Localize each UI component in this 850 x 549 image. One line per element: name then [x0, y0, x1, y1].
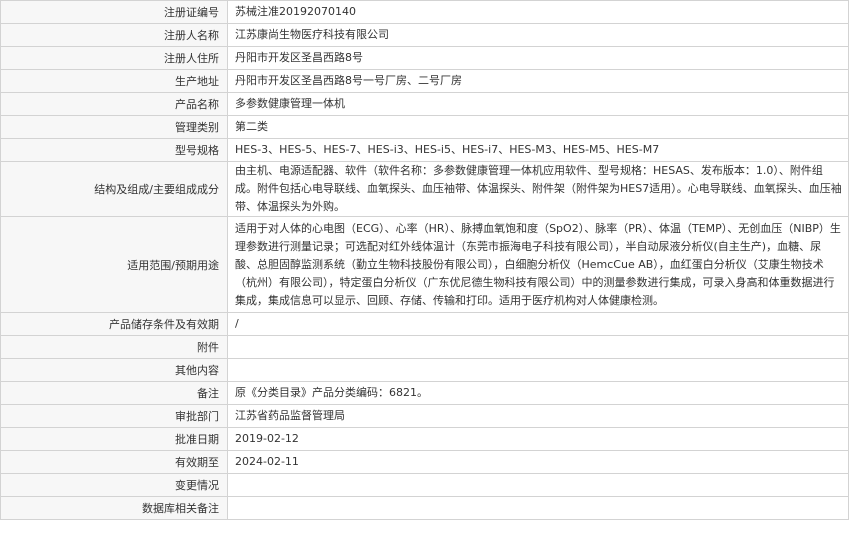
- table-row: 其他内容: [0, 358, 849, 382]
- row-value: 2024-02-11: [227, 450, 849, 474]
- row-label: 产品储存条件及有效期: [0, 312, 228, 336]
- row-label: 备注: [0, 381, 228, 405]
- row-label: 注册人住所: [0, 46, 228, 70]
- row-value: 江苏省药品监督管理局: [227, 404, 849, 428]
- row-value: 由主机、电源适配器、软件（软件名称：多参数健康管理一体机应用软件、型号规格：HE…: [227, 161, 849, 217]
- table-row: 变更情况: [0, 473, 849, 497]
- table-row: 数据库相关备注: [0, 496, 849, 520]
- row-value: [227, 335, 849, 359]
- row-value: 苏械注准20192070140: [227, 0, 849, 24]
- row-label: 其他内容: [0, 358, 228, 382]
- row-value: HES-3、HES-5、HES-7、HES-i3、HES-i5、HES-i7、H…: [227, 138, 849, 162]
- row-label: 附件: [0, 335, 228, 359]
- table-row: 结构及组成/主要组成成分 由主机、电源适配器、软件（软件名称：多参数健康管理一体…: [0, 161, 849, 217]
- table-row: 型号规格 HES-3、HES-5、HES-7、HES-i3、HES-i5、HES…: [0, 138, 849, 162]
- row-value: /: [227, 312, 849, 336]
- table-row: 审批部门 江苏省药品监督管理局: [0, 404, 849, 428]
- row-label: 变更情况: [0, 473, 228, 497]
- table-row: 适用范围/预期用途 适用于对人体的心电图（ECG）、心率（HR）、脉搏血氧饱和度…: [0, 216, 849, 313]
- table-row: 附件: [0, 335, 849, 359]
- registration-table: 注册证编号 苏械注准20192070140 注册人名称 江苏康尚生物医疗科技有限…: [0, 0, 849, 520]
- row-label: 管理类别: [0, 115, 228, 139]
- row-value: 江苏康尚生物医疗科技有限公司: [227, 23, 849, 47]
- table-row: 批准日期 2019-02-12: [0, 427, 849, 451]
- row-label: 数据库相关备注: [0, 496, 228, 520]
- table-row: 管理类别 第二类: [0, 115, 849, 139]
- row-value: 原《分类目录》产品分类编码：6821。: [227, 381, 849, 405]
- row-value: [227, 473, 849, 497]
- row-value: 多参数健康管理一体机: [227, 92, 849, 116]
- row-value: [227, 496, 849, 520]
- table-row: 注册人名称 江苏康尚生物医疗科技有限公司: [0, 23, 849, 47]
- row-label: 审批部门: [0, 404, 228, 428]
- table-row: 生产地址 丹阳市开发区圣昌西路8号一号厂房、二号厂房: [0, 69, 849, 93]
- row-label: 型号规格: [0, 138, 228, 162]
- row-label: 结构及组成/主要组成成分: [0, 161, 228, 217]
- table-row: 注册人住所 丹阳市开发区圣昌西路8号: [0, 46, 849, 70]
- row-label: 有效期至: [0, 450, 228, 474]
- table-row: 产品名称 多参数健康管理一体机: [0, 92, 849, 116]
- row-value: 2019-02-12: [227, 427, 849, 451]
- row-label: 注册证编号: [0, 0, 228, 24]
- row-value: 丹阳市开发区圣昌西路8号一号厂房、二号厂房: [227, 69, 849, 93]
- table-row: 产品储存条件及有效期 /: [0, 312, 849, 336]
- row-value: 适用于对人体的心电图（ECG）、心率（HR）、脉搏血氧饱和度（SpO2）、脉率（…: [227, 216, 849, 313]
- row-label: 批准日期: [0, 427, 228, 451]
- row-label: 注册人名称: [0, 23, 228, 47]
- table-row: 备注 原《分类目录》产品分类编码：6821。: [0, 381, 849, 405]
- row-label: 生产地址: [0, 69, 228, 93]
- row-value: [227, 358, 849, 382]
- table-row: 注册证编号 苏械注准20192070140: [0, 0, 849, 24]
- row-value: 第二类: [227, 115, 849, 139]
- row-label: 产品名称: [0, 92, 228, 116]
- row-label: 适用范围/预期用途: [0, 216, 228, 313]
- table-row: 有效期至 2024-02-11: [0, 450, 849, 474]
- row-value: 丹阳市开发区圣昌西路8号: [227, 46, 849, 70]
